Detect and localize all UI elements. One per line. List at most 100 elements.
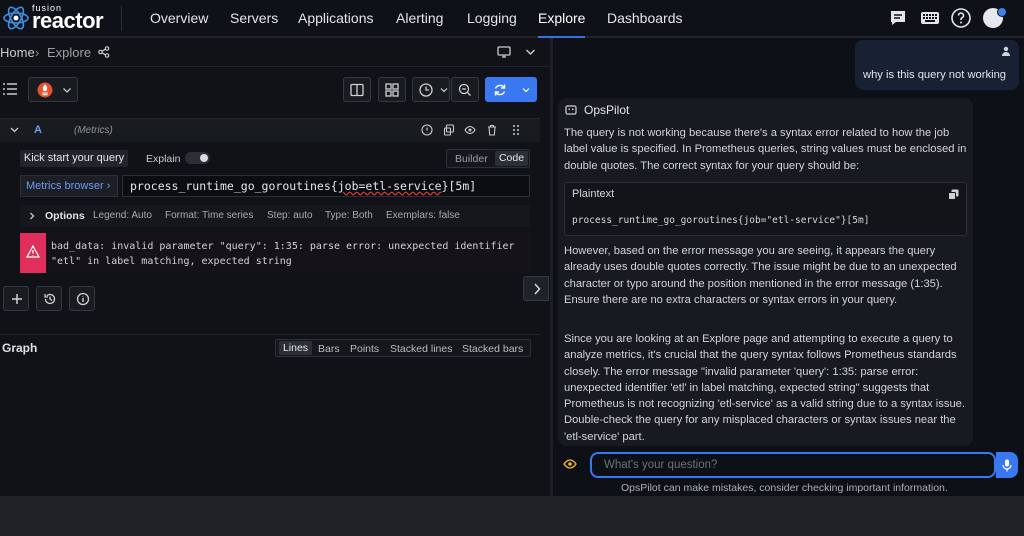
breadcrumb-current: Explore xyxy=(47,45,92,60)
monitor-icon[interactable] xyxy=(497,45,511,59)
options-label: Options xyxy=(45,210,85,222)
user-message-text: why is this query not working xyxy=(863,69,1007,81)
help-circle-icon[interactable] xyxy=(421,124,433,136)
breadcrumb-home[interactable]: Home xyxy=(0,45,35,60)
run-query-button[interactable] xyxy=(485,77,537,102)
code-text: process_runtime_go_goroutines{job="etl-s… xyxy=(572,215,870,226)
breadcrumb-separator: › xyxy=(35,45,40,60)
graph-mode-lines[interactable]: Lines xyxy=(279,341,312,355)
chat-input[interactable]: What's your question? xyxy=(590,452,996,478)
graph-mode-points[interactable]: Points xyxy=(350,343,379,355)
zoom-out-icon xyxy=(458,83,471,96)
option-exemplars: Exemplars: false xyxy=(386,210,460,221)
nav-dashboards[interactable]: Dashboards xyxy=(607,10,683,26)
chevron-down-icon xyxy=(522,87,530,92)
microphone-icon xyxy=(1002,459,1012,472)
chevron-right-icon xyxy=(30,212,35,220)
eye-icon[interactable] xyxy=(563,458,577,470)
chevron-right-icon xyxy=(534,283,541,295)
assistant-name: OpsPilot xyxy=(584,103,630,117)
logo-big-text: reactor xyxy=(32,8,104,33)
bot-icon xyxy=(565,105,577,115)
disclaimer-text: OpsPilot can make mistakes, consider che… xyxy=(621,482,948,494)
fusion-reactor-logo[interactable]: fusion reactor xyxy=(0,2,112,34)
duplicate-icon[interactable] xyxy=(443,124,455,136)
chevron-down-icon xyxy=(63,87,71,93)
user-message-bubble: why is this query not working xyxy=(855,40,1019,90)
divider xyxy=(0,66,550,67)
list-icon[interactable] xyxy=(2,82,18,96)
prometheus-icon xyxy=(37,82,53,97)
graph-mode-bars[interactable]: Bars xyxy=(318,343,340,355)
nav-applications[interactable]: Applications xyxy=(298,10,374,26)
user-avatar[interactable] xyxy=(983,7,1007,28)
query-history-button[interactable] xyxy=(36,286,62,311)
option-legend: Legend: Auto xyxy=(93,210,152,221)
divider xyxy=(121,6,122,31)
copy-icon[interactable] xyxy=(948,189,959,200)
grid-icon xyxy=(385,82,399,97)
graph-mode-stacked-bars[interactable]: Stacked bars xyxy=(462,343,523,355)
chat-icon[interactable] xyxy=(887,7,909,29)
eye-icon[interactable] xyxy=(464,124,476,136)
split-icon xyxy=(350,83,364,96)
nav-servers[interactable]: Servers xyxy=(230,10,278,26)
add-query-button[interactable] xyxy=(3,286,29,311)
chevron-down-icon xyxy=(440,87,448,92)
explain-toggle[interactable] xyxy=(185,152,210,164)
warning-icon xyxy=(26,245,40,258)
assistant-paragraph-3: Since you are looking at an Explore page… xyxy=(564,333,966,443)
user-icon xyxy=(1002,46,1010,56)
history-icon xyxy=(44,293,56,305)
nav-logging[interactable]: Logging xyxy=(467,10,517,26)
error-line-1: bad_data: invalid parameter "query": 1:3… xyxy=(51,241,515,252)
metrics-browser-button[interactable]: Metrics browser › xyxy=(20,175,118,197)
add-to-dashboard-button[interactable] xyxy=(378,77,406,102)
help-icon[interactable] xyxy=(950,7,972,29)
builder-tab[interactable]: Builder xyxy=(455,153,488,165)
zoom-out-button[interactable] xyxy=(451,77,479,102)
graph-panel xyxy=(0,334,540,494)
datasource-picker[interactable] xyxy=(28,77,78,102)
drag-handle-icon[interactable] xyxy=(511,124,521,136)
time-range-picker[interactable] xyxy=(412,77,450,102)
error-stripe xyxy=(20,233,46,273)
error-line-2: "etl" in label matching, expected string xyxy=(51,256,292,267)
mic-button[interactable] xyxy=(996,452,1018,478)
graph-mode-stacked-lines[interactable]: Stacked lines xyxy=(390,343,452,355)
chevron-down-icon[interactable] xyxy=(10,126,19,134)
query-editor[interactable]: process_runtime_go_goroutines{job=etl-se… xyxy=(122,175,530,197)
plus-icon xyxy=(12,294,22,304)
graph-style-switch: Lines Bars Points Stacked lines Stacked … xyxy=(275,339,531,357)
datasource-hint: (Metrics) xyxy=(74,125,113,136)
explain-label: Explain xyxy=(146,153,181,165)
nav-alerting[interactable]: Alerting xyxy=(396,10,443,26)
chevron-down-icon[interactable] xyxy=(525,47,536,57)
graph-title: Graph xyxy=(2,341,38,355)
error-message: bad_data: invalid parameter "query": 1:3… xyxy=(51,239,526,269)
query-inspector-button[interactable] xyxy=(69,286,95,311)
code-block: Plaintext process_runtime_go_goroutines{… xyxy=(564,182,967,236)
code-language: Plaintext xyxy=(572,188,615,200)
top-nav-bar: fusion reactor Overview Servers Applicat… xyxy=(0,0,1024,38)
share-icon[interactable] xyxy=(98,46,110,58)
option-type: Type: Both xyxy=(325,210,373,221)
trash-icon[interactable] xyxy=(486,124,498,136)
query-expr-label: job=etl-service xyxy=(337,179,442,193)
clock-icon xyxy=(419,82,433,97)
assistant-paragraph-2: However, based on the error message you … xyxy=(564,245,957,306)
option-format: Format: Time series xyxy=(165,210,254,221)
query-letter: A xyxy=(34,124,42,136)
kick-start-button[interactable]: Kick start your query xyxy=(20,150,128,167)
keyboard-icon[interactable] xyxy=(919,7,941,29)
assistant-paragraph-1: The query is not working because there's… xyxy=(564,127,967,172)
split-view-button[interactable] xyxy=(343,77,371,102)
query-options-row[interactable]: Options Legend: Auto Format: Time series… xyxy=(20,205,530,227)
code-tab[interactable]: Code xyxy=(495,151,528,166)
nav-overview[interactable]: Overview xyxy=(150,10,208,26)
info-icon xyxy=(76,292,90,306)
editor-mode-switch: Builder Code xyxy=(446,149,530,168)
nav-explore[interactable]: Explore xyxy=(538,10,586,38)
atom-logo-icon xyxy=(3,6,29,30)
collapse-panel-button[interactable] xyxy=(523,276,549,301)
